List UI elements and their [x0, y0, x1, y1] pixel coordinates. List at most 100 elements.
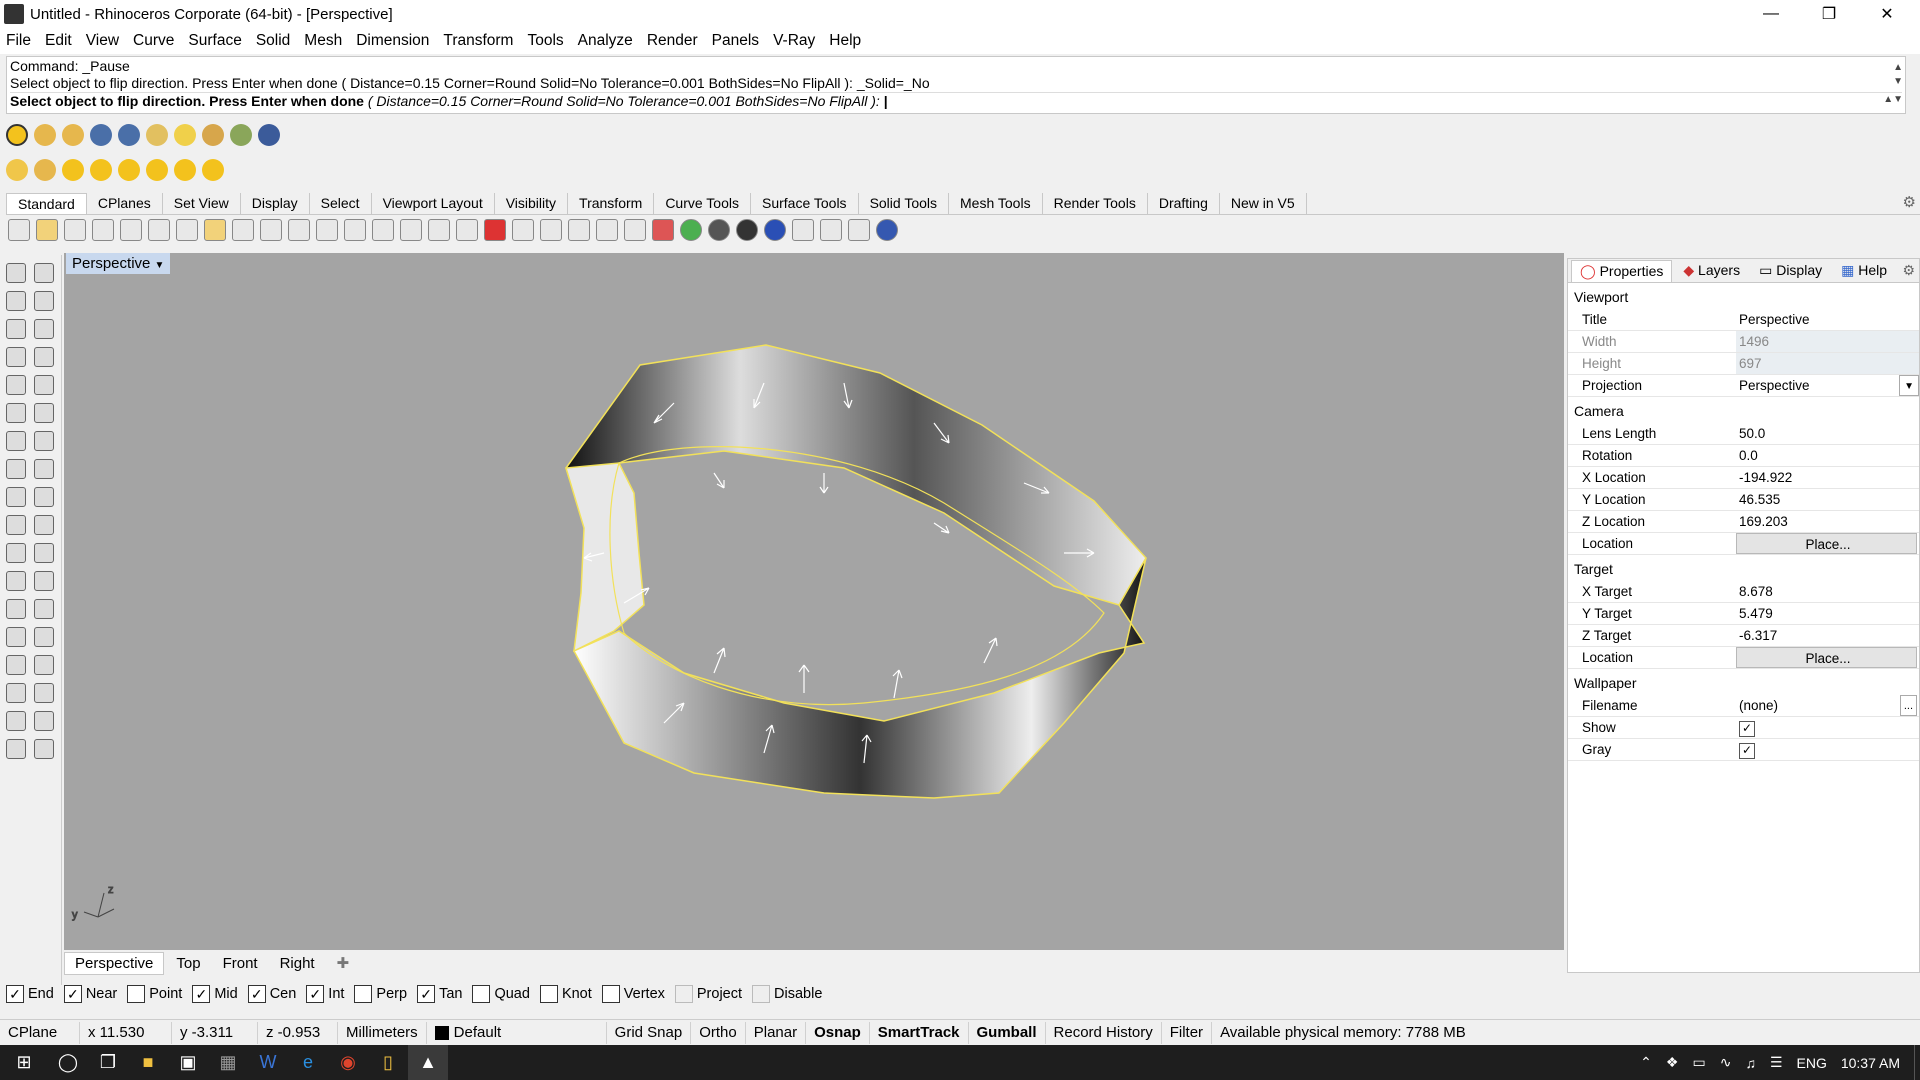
camera-place-button[interactable]: Place...	[1736, 533, 1917, 554]
vray-help-icon[interactable]	[258, 124, 280, 146]
array-icon[interactable]	[6, 683, 26, 703]
group-icon[interactable]	[6, 543, 26, 563]
checkbox-int[interactable]: ✓	[306, 985, 325, 1003]
tab-visibility[interactable]: Visibility	[495, 193, 569, 214]
close-button[interactable]: ✕	[1858, 0, 1916, 28]
open-file-icon[interactable]	[36, 219, 58, 241]
perspective-viewport[interactable]: Perspective ▼ y z	[64, 253, 1564, 950]
select-icon[interactable]	[568, 219, 590, 241]
sphere-light-icon[interactable]	[62, 159, 84, 181]
menu-mesh[interactable]: Mesh	[304, 32, 342, 50]
projection-dropdown[interactable]: Perspective ▼	[1736, 375, 1919, 396]
osnap-toggle[interactable]: Osnap	[806, 1021, 870, 1044]
arc-icon[interactable]	[6, 347, 26, 367]
car-icon[interactable]	[484, 219, 506, 241]
volume-icon[interactable]: ♫	[1745, 1055, 1756, 1071]
check-icon[interactable]	[34, 711, 54, 731]
dropdown-arrow-icon[interactable]: ▼	[1899, 375, 1919, 396]
task-view-icon[interactable]: ❐	[88, 1045, 128, 1080]
osnap-perp[interactable]: Perp	[354, 985, 407, 1003]
four-viewports-icon[interactable]	[456, 219, 478, 241]
zoom-window-icon[interactable]	[344, 219, 366, 241]
render-icon[interactable]	[90, 124, 112, 146]
mesh-light-icon[interactable]	[202, 159, 224, 181]
dimension-tool-icon[interactable]	[34, 599, 54, 619]
tab-properties[interactable]: ◯ Properties	[1571, 259, 1673, 282]
menu-transform[interactable]: Transform	[443, 32, 513, 50]
osnap-vertex[interactable]: Vertex	[601, 985, 665, 1003]
checkbox-mid[interactable]: ✓	[192, 985, 211, 1003]
save-icon[interactable]	[64, 219, 86, 241]
scroll-down-icon[interactable]: ▼	[1893, 73, 1903, 90]
clock[interactable]: 10:37 AM	[1841, 1055, 1900, 1071]
tab-viewport-layout[interactable]: Viewport Layout	[372, 193, 495, 214]
export-icon[interactable]	[120, 219, 142, 241]
tab-curve-tools[interactable]: Curve Tools	[654, 193, 751, 214]
gumball-toggle[interactable]: Gumball	[969, 1021, 1046, 1044]
vray-tags-icon[interactable]	[62, 124, 84, 146]
filename-field[interactable]: (none)...	[1736, 695, 1919, 716]
shaded-sphere-icon[interactable]	[708, 219, 730, 241]
checkbox-project[interactable]	[674, 985, 693, 1003]
rainbow-icon[interactable]	[680, 219, 702, 241]
osnap-disable[interactable]: Disable	[752, 985, 822, 1003]
rectangle-icon[interactable]	[34, 347, 54, 367]
osnap-point[interactable]: Point	[127, 985, 182, 1003]
chevron-up-icon[interactable]: ⌃	[1640, 1054, 1652, 1071]
options-gear-icon[interactable]	[820, 219, 842, 241]
ellipse-icon[interactable]	[34, 319, 54, 339]
tab-layers[interactable]: ◆ Layers	[1675, 260, 1748, 281]
fillet-edge-icon[interactable]	[6, 571, 26, 591]
directional-light-icon[interactable]	[146, 159, 168, 181]
cplane-icon[interactable]	[540, 219, 562, 241]
zoom-icon[interactable]	[316, 219, 338, 241]
show-desktop-button[interactable]	[1914, 1045, 1920, 1080]
print-icon[interactable]	[92, 219, 114, 241]
osnap-tan[interactable]: ✓ Tan	[417, 985, 462, 1003]
menu-analyze[interactable]: Analyze	[578, 32, 633, 50]
windows-start-icon[interactable]: ⊞	[0, 1045, 48, 1080]
menu-file[interactable]: File	[6, 32, 31, 50]
restore-button[interactable]: ❐	[1800, 0, 1858, 28]
surface-corner-icon[interactable]	[6, 403, 26, 423]
checkbox-end[interactable]: ✓	[6, 985, 24, 1003]
menu-curve[interactable]: Curve	[133, 32, 174, 50]
osnap-cen[interactable]: ✓ Cen	[247, 985, 296, 1003]
gumball-icon[interactable]	[34, 683, 54, 703]
extrude-icon[interactable]	[34, 403, 54, 423]
zoom-extents-icon[interactable]	[372, 219, 394, 241]
mesh-tools-icon[interactable]	[34, 459, 54, 479]
light-bulb-icon[interactable]	[596, 219, 618, 241]
spot-light-icon[interactable]	[34, 159, 56, 181]
help-icon[interactable]	[876, 219, 898, 241]
gray-checkbox[interactable]: ✓	[1739, 742, 1755, 759]
point-icon[interactable]	[34, 263, 54, 283]
sun-light-icon[interactable]	[6, 159, 28, 181]
scale-icon[interactable]	[34, 627, 54, 647]
menu-help[interactable]: Help	[829, 32, 861, 50]
move-icon[interactable]	[6, 627, 26, 647]
vray-options-icon[interactable]	[34, 124, 56, 146]
z-target-value[interactable]: -6.317	[1736, 625, 1919, 646]
undo-view-icon[interactable]	[428, 219, 450, 241]
checkbox-point[interactable]	[127, 985, 146, 1003]
record-history-toggle[interactable]: Record History	[1046, 1021, 1162, 1044]
new-file-icon[interactable]	[8, 219, 30, 241]
rect-light-icon[interactable]	[118, 159, 140, 181]
grid-snap-toggle[interactable]: Grid Snap	[607, 1021, 692, 1044]
rotation-value[interactable]: 0.0	[1736, 445, 1919, 466]
planar-toggle[interactable]: Planar	[746, 1021, 807, 1044]
solid-tools-icon[interactable]	[6, 655, 26, 675]
osnap-end[interactable]: ✓ End	[6, 985, 54, 1003]
tab-display-panel[interactable]: ▭ Display	[1751, 260, 1830, 281]
osnap-near[interactable]: ✓ Near	[63, 985, 117, 1003]
tab-surface-tools[interactable]: Surface Tools	[751, 193, 859, 214]
boolean-icon[interactable]	[34, 431, 54, 451]
analyze-icon[interactable]	[6, 711, 26, 731]
y-target-value[interactable]: 5.479	[1736, 603, 1919, 624]
tab-render-tools[interactable]: Render Tools	[1043, 193, 1148, 214]
mesh-icon[interactable]	[6, 459, 26, 479]
polyline-icon[interactable]	[6, 291, 26, 311]
menu-surface[interactable]: Surface	[188, 32, 241, 50]
osnap-int[interactable]: ✓ Int	[306, 985, 344, 1003]
